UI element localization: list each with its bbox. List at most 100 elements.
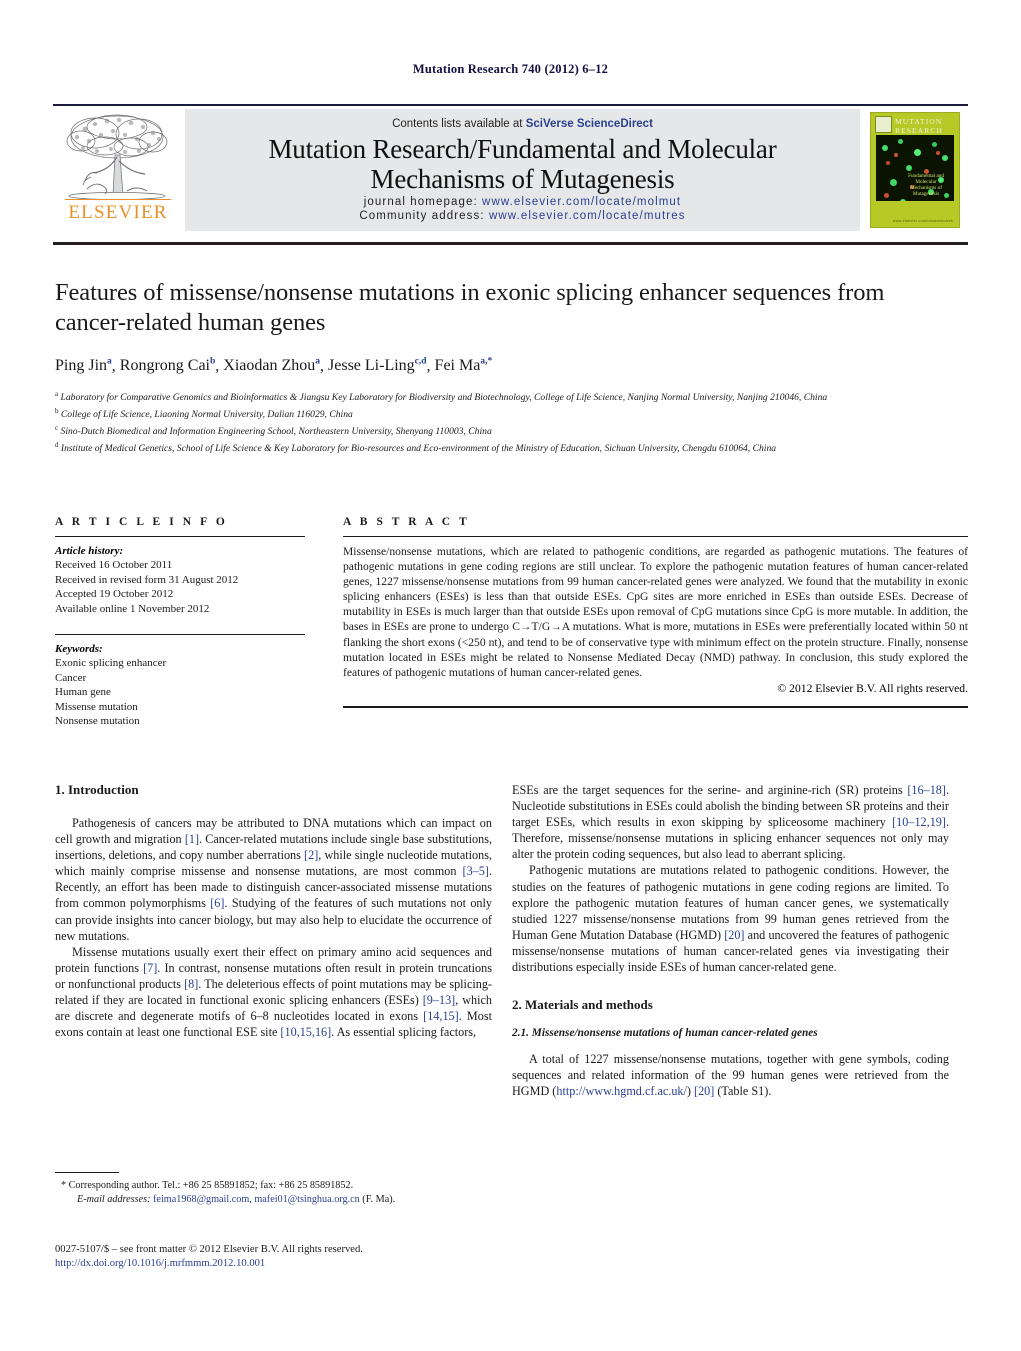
keyword-item: Missense mutation xyxy=(55,700,138,713)
affiliation-b-mark: b xyxy=(55,407,59,416)
author-4-name: Jesse Li-Ling xyxy=(328,357,415,375)
author-2-marks: b xyxy=(209,357,216,367)
community-address-url[interactable]: www.elsevier.com/locate/mutres xyxy=(489,210,686,222)
author-2-name: Rongrong Cai xyxy=(119,357,210,375)
corresponding-author-text: Corresponding author. Tel.: +86 25 85891… xyxy=(66,1180,354,1192)
article-history-item: Available online 1 November 2012 xyxy=(55,602,210,615)
journal-article-page: Mutation Research 740 (2012) 6–12 ELSEVI… xyxy=(0,0,1021,1351)
journal-cover-cell: MUTATION RESEARCH Fundamental and Molecu… xyxy=(860,109,968,231)
journal-homepage-url[interactable]: www.elsevier.com/locate/molmut xyxy=(482,196,681,208)
affiliations: a Laboratory for Comparative Genomics an… xyxy=(55,388,960,456)
affiliation-a: a Laboratory for Comparative Genomics an… xyxy=(55,388,960,405)
email-note: E-mail addresses: feima1968@gmail.com, m… xyxy=(77,1193,396,1205)
citation-ref[interactable]: [6] xyxy=(210,896,224,910)
citation-ref[interactable]: [3–5] xyxy=(463,864,489,878)
elsevier-underline xyxy=(65,199,171,200)
journal-title-line2: Mechanisms of Mutagenesis xyxy=(370,164,675,194)
article-info-heading: A R T I C L E I N F O xyxy=(55,516,228,528)
keyword-item: Cancer xyxy=(55,671,87,684)
contents-available-line: Contents lists available at SciVerse Sci… xyxy=(185,118,860,130)
affiliation-c-mark: c xyxy=(55,424,59,433)
sciencedirect-link[interactable]: SciVerse ScienceDirect xyxy=(526,118,653,130)
affiliation-c: c Sino-Dutch Biomedical and Information … xyxy=(55,422,960,439)
abstract-column: A B S T R A C T Missense/nonsense mutati… xyxy=(343,516,968,708)
cover-title: MUTATION RESEARCH xyxy=(895,117,955,135)
journal-homepage-line: journal homepage: www.elsevier.com/locat… xyxy=(185,196,860,208)
article-history-heading: Article history: xyxy=(55,545,124,557)
elsevier-logo: ELSEVIER xyxy=(53,109,185,231)
community-address-line: Community address: www.elsevier.com/loca… xyxy=(185,210,860,222)
journal-homepage-label: journal homepage: xyxy=(363,196,478,208)
methods-paragraph-1: A total of 1227 missense/nonsense mutati… xyxy=(512,1052,949,1099)
author-3: Xiaodan Zhoua xyxy=(223,357,320,374)
author-1-marks: a xyxy=(107,357,112,367)
intro-paragraph-2: Missense mutations usually exert their e… xyxy=(55,944,492,1040)
author-5-name: Fei Ma xyxy=(434,357,481,375)
cover-subtitle: Fundamental and Molecular Mechanisms of … xyxy=(899,173,953,197)
body-column-left: 1. Introduction Pathogenesis of cancers … xyxy=(55,782,492,1040)
intro-paragraph-1: Pathogenesis of cancers may be attribute… xyxy=(55,816,492,943)
keyword-item: Human gene xyxy=(55,686,111,699)
keywords-rule xyxy=(55,634,305,636)
author-1-name: Ping Jin xyxy=(55,357,108,375)
article-history-item: Received 16 October 2011 xyxy=(55,559,173,572)
subsection-heading-2-1: 2.1. Missense/nonsense mutations of huma… xyxy=(512,1027,818,1040)
author-4: Jesse Li-Lingc,d xyxy=(328,357,427,374)
author-3-marks: a xyxy=(315,357,321,367)
footnote-rule xyxy=(55,1172,119,1174)
corresponding-author-note: * Corresponding author. Tel.: +86 25 858… xyxy=(55,1179,492,1192)
article-history-item: Accepted 19 October 2012 xyxy=(55,588,174,601)
author-5: Fei Maa,* xyxy=(435,357,493,374)
citation-ref[interactable]: [20] xyxy=(694,1084,714,1098)
journal-title: Mutation Research/Fundamental and Molecu… xyxy=(185,134,860,194)
article-history-item: Received in revised form 31 August 2012 xyxy=(55,573,239,586)
section-heading-introduction: 1. Introduction xyxy=(55,782,139,797)
abstract-bottom-rule xyxy=(343,705,968,708)
citation-ref[interactable]: [1] xyxy=(185,832,199,846)
imprint: 0027-5107/$ – see front matter © 2012 El… xyxy=(55,1243,525,1271)
doi-link[interactable]: http://dx.doi.org/10.1016/j.mrfmmm.2012.… xyxy=(55,1257,525,1271)
abstract-rule xyxy=(343,536,968,537)
cover-title-line1: MUTATION xyxy=(895,117,943,126)
section-heading-materials-and-methods: 2. Materials and methods xyxy=(512,997,653,1013)
author-5-marks: a,* xyxy=(480,357,493,367)
citation-ref[interactable]: [10–12,19] xyxy=(892,815,946,829)
contents-prefix: Contents lists available at xyxy=(392,118,526,130)
masthead-top-rule xyxy=(53,104,968,106)
citation-ref[interactable]: [9–13] xyxy=(423,993,456,1007)
author-4-marks: c,d xyxy=(414,357,427,367)
citation-ref[interactable]: [16–18] xyxy=(907,783,946,797)
abstract-heading: A B S T R A C T xyxy=(343,516,470,528)
cover-elsevier-badge-icon xyxy=(875,116,892,133)
affiliation-a-mark: a xyxy=(55,390,59,398)
keyword-item: Exonic splicing enhancer xyxy=(55,657,167,670)
article-info-column: A R T I C L E I N F O Article history: R… xyxy=(55,516,305,728)
masthead-inner: ELSEVIER Contents lists available at Sci… xyxy=(53,109,968,231)
article-info-rule xyxy=(55,536,305,537)
cover-subtitle-line2: Mechanisms of Mutagenesis xyxy=(910,185,942,197)
journal-masthead: ELSEVIER Contents lists available at Sci… xyxy=(53,104,968,231)
author-list: Ping Jina, Rongrong Caib, Xiaodan Zhoua,… xyxy=(55,357,493,375)
email-suffix: (F. Ma). xyxy=(359,1193,396,1205)
email-link-1[interactable]: feima1968@gmail.com xyxy=(153,1194,249,1205)
citation-ref[interactable]: [2] xyxy=(304,848,318,862)
author-1: Ping Jina xyxy=(55,357,112,374)
intro-paragraph-4: Pathogenic mutations are mutations relat… xyxy=(512,863,949,975)
author-3-name: Xiaodan Zhou xyxy=(223,357,316,375)
hgmd-url-link[interactable]: http://www.hgmd.cf.ac.uk/ xyxy=(556,1084,687,1098)
affiliation-c-text: Sino-Dutch Biomedical and Information En… xyxy=(60,426,492,438)
community-address-label: Community address: xyxy=(359,210,485,222)
body-column-right: ESEs are the target sequences for the se… xyxy=(512,782,949,1099)
citation-ref[interactable]: [10,15,16] xyxy=(280,1025,331,1039)
affiliation-d-mark: d xyxy=(55,441,59,450)
affiliation-b-text: College of Life Science, Liaoning Normal… xyxy=(60,409,353,421)
citation-ref[interactable]: [8] xyxy=(184,977,198,991)
citation-ref[interactable]: [20] xyxy=(724,928,744,942)
issn-front-matter-line: 0027-5107/$ – see front matter © 2012 El… xyxy=(55,1244,363,1255)
citation-ref[interactable]: [14,15] xyxy=(423,1009,459,1023)
elsevier-tree-icon xyxy=(66,114,168,201)
abstract-copyright: © 2012 Elsevier B.V. All rights reserved… xyxy=(777,681,968,695)
email-link-2[interactable]: mafei01@tsinghua.org.cn xyxy=(254,1194,359,1205)
cover-title-line2: RESEARCH xyxy=(895,126,943,135)
citation-ref[interactable]: [7] xyxy=(143,961,157,975)
